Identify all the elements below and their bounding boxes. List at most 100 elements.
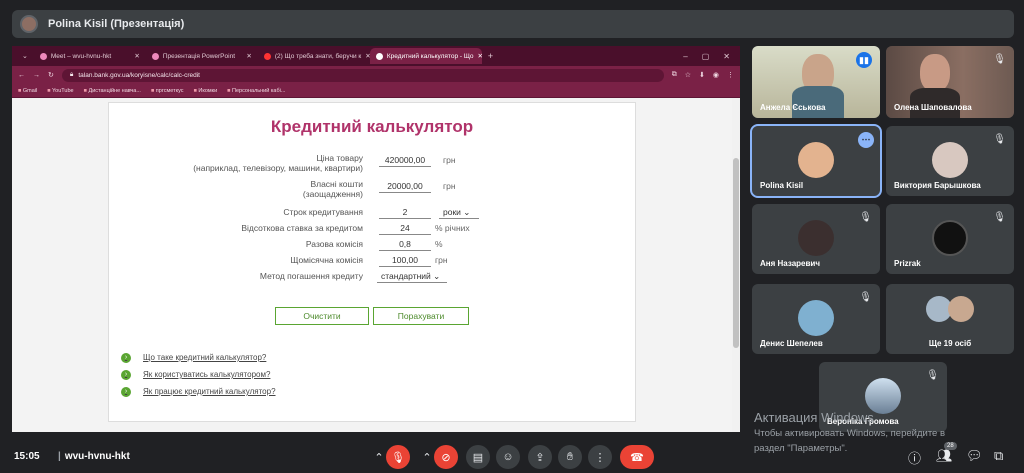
tab-favicon-icon	[39, 52, 47, 60]
avatar	[932, 220, 968, 256]
chevron-right-icon: ›	[121, 369, 131, 380]
mic-options-chevron-icon[interactable]: ⌃	[372, 445, 386, 469]
camera-options-chevron-icon[interactable]: ⌃	[420, 445, 434, 469]
price-input[interactable]: 420000,00	[379, 155, 431, 167]
meeting-info-icon[interactable]: ⓘ	[908, 448, 921, 467]
bookmark-item[interactable]: Gmail	[18, 88, 37, 94]
chat-icon[interactable]: 💬︎	[966, 448, 983, 464]
back-icon[interactable]: ←	[18, 72, 25, 79]
bookmark-item[interactable]: пргсметкус	[151, 88, 184, 94]
address-bar[interactable]: 🔒︎ talan.bank.gov.ua/koryisne/calc/calc-…	[61, 68, 664, 82]
forward-icon[interactable]: →	[33, 72, 40, 79]
close-icon[interactable]: ✕	[134, 52, 139, 60]
chevron-right-icon: ›	[121, 386, 131, 397]
mic-off-icon: 🎙︎	[993, 54, 1006, 65]
participant-tile[interactable]: 🎙︎ Виктория Барышкова	[886, 126, 1014, 196]
more-options-icon[interactable]: ⋯	[858, 132, 874, 148]
people-button[interactable]: 👥︎ 28	[936, 442, 957, 464]
close-window-icon[interactable]: ✕	[723, 52, 730, 61]
credit-calculator: Кредитний калькулятор Ціна товару (наприк…	[108, 102, 636, 422]
own-funds-input[interactable]: 20000,00	[379, 181, 431, 193]
participant-name: Денис Шепелев	[760, 339, 823, 348]
emoji-button[interactable]: ☺	[496, 445, 520, 469]
avatar	[798, 300, 834, 336]
field-label: Власні кошти (заощадження)	[302, 179, 363, 199]
camera-off-button[interactable]: ⊘	[434, 445, 458, 469]
browser-tab[interactable]: Meet – wvu-hvnu-hkt ✕	[34, 48, 146, 64]
close-icon[interactable]: ✕	[246, 52, 251, 60]
people-icon: 👥︎	[936, 448, 953, 463]
shared-screen: ⌄ Meet – wvu-hvnu-hkt ✕ Презентація Power…	[12, 46, 740, 432]
tab-label: (2) Що треба знати, беручи к	[274, 52, 362, 60]
present-icon: ⇪	[535, 451, 545, 464]
participant-name: Ще 19 осіб	[928, 339, 972, 348]
term-unit-select[interactable]: роки ⌄	[439, 207, 479, 219]
term-input[interactable]: 2	[379, 207, 431, 219]
people-count-badge: 28	[944, 442, 957, 450]
clock: 15:05	[14, 451, 40, 462]
reload-icon[interactable]: ↻	[48, 71, 54, 79]
participant-tile[interactable]: 🎙︎ Prizrak	[886, 204, 1014, 274]
hang-up-icon: ☎︎	[630, 451, 644, 464]
captions-button[interactable]: ▤	[466, 445, 490, 469]
scrollbar[interactable]	[732, 98, 740, 432]
field-label: Ціна товару (наприклад, телевізору, машин…	[193, 153, 363, 173]
unit-label: грн	[443, 181, 456, 191]
more-options-button[interactable]: ⋮	[588, 445, 612, 469]
participant-tile[interactable]: 🎙︎ Олена Шаповалова	[886, 46, 1014, 118]
rate-input[interactable]: 24	[379, 223, 431, 235]
minimize-icon[interactable]: –	[683, 52, 687, 61]
calculate-button[interactable]: Порахувати	[373, 307, 469, 325]
participant-tile[interactable]: 🎙︎ Денис Шепелев	[752, 284, 880, 354]
browser-tab[interactable]: (2) Що треба знати, беручи к ✕	[258, 48, 370, 64]
clear-button[interactable]: Очистити	[275, 307, 369, 325]
separator: |	[58, 451, 61, 462]
watermark-title: Активация Windows	[754, 410, 874, 425]
translate-icon[interactable]: ⧉	[672, 71, 677, 79]
bookmark-item[interactable]: Персональний кабі...	[227, 88, 285, 94]
participant-tile-selected[interactable]: ⋯ Polina Kisil	[750, 124, 882, 198]
monthly-fee-input[interactable]: 100,00	[379, 255, 431, 267]
raise-hand-button[interactable]: ✋︎	[558, 445, 582, 469]
browser-tab[interactable]: Презентація PowerPoint ✕	[146, 48, 258, 64]
close-icon[interactable]: ✕	[478, 52, 482, 60]
participant-face	[920, 54, 950, 92]
leave-call-button[interactable]: ☎︎	[620, 445, 654, 469]
bookmark-item[interactable]: YouTube	[47, 88, 74, 94]
presenter-bar: Polina Kisil (Презентація)	[12, 10, 1014, 38]
browser-tab-active[interactable]: Кредитний калькулятор - Що ✕	[369, 48, 482, 64]
star-icon[interactable]: ☆	[685, 71, 691, 79]
extension-icon[interactable]: ⬇	[699, 71, 705, 79]
more-participants-tile[interactable]: Ще 19 осіб	[886, 284, 1014, 354]
menu-icon[interactable]: ⋮	[727, 71, 734, 79]
faq-link[interactable]: › Як працює кредитний калькулятор?	[121, 383, 276, 400]
tab-favicon-icon	[263, 52, 271, 60]
field-label: Відсоткова ставка за кредитом	[241, 223, 363, 233]
participant-tile[interactable]: 🎙︎ Аня Назаревич	[752, 204, 880, 274]
mic-off-button[interactable]: 🎙︎	[386, 445, 410, 469]
faq-link[interactable]: › Що таке кредитний калькулятор?	[121, 349, 276, 366]
present-button[interactable]: ⇪	[528, 445, 552, 469]
profile-icon[interactable]: ◉	[713, 71, 719, 79]
watermark-text: Чтобы активировать Windows, перейдите в	[754, 428, 946, 439]
maximize-icon[interactable]: ▢	[702, 52, 710, 61]
tab-label: Кредитний калькулятор - Що	[386, 52, 474, 60]
tab-label: Презентація PowerPoint	[162, 52, 235, 60]
participant-tile[interactable]: ▮▮ Анжела Єськова	[752, 46, 880, 118]
bookmark-item[interactable]: Икомки	[194, 88, 217, 94]
avatar	[20, 15, 38, 33]
faq-link[interactable]: › Як користуватись калькулятором?	[121, 366, 276, 383]
emoji-icon: ☺	[502, 451, 514, 463]
field-label: Строк кредитування	[283, 207, 363, 217]
captions-icon: ▤	[472, 451, 484, 464]
web-page: Кредитний калькулятор Ціна товару (наприк…	[12, 98, 740, 432]
tab-search-icon[interactable]: ⌄	[22, 52, 28, 60]
repayment-method-select[interactable]: стандартний ⌄	[377, 271, 447, 283]
browser-tab-strip: ⌄ Meet – wvu-hvnu-hkt ✕ Презентація Power…	[12, 46, 740, 66]
one-time-fee-input[interactable]: 0,8	[379, 239, 431, 251]
bookmark-item[interactable]: Дистанційне навча...	[84, 88, 140, 94]
new-tab-icon[interactable]: +	[488, 51, 493, 61]
scrollbar-thumb[interactable]	[733, 158, 739, 348]
activities-icon[interactable]: ⧉	[994, 448, 1003, 464]
mic-off-icon: 🎙︎	[993, 212, 1006, 223]
